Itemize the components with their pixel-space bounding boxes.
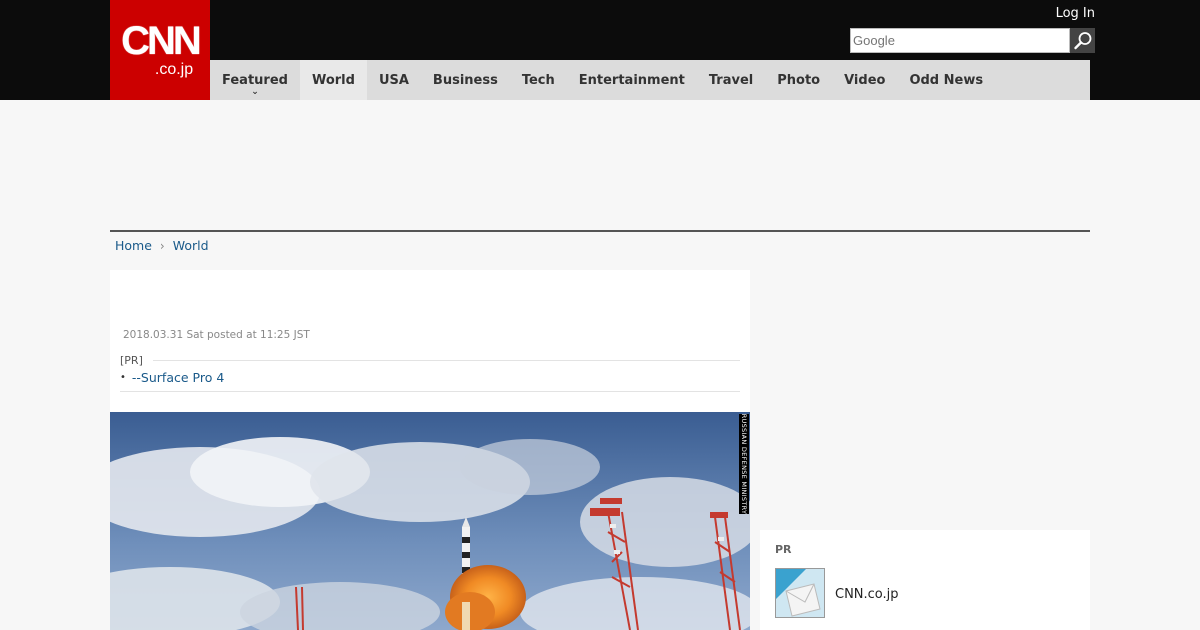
logo-sub-text: .co.jp: [154, 61, 194, 78]
pr-label: [PR]: [120, 354, 143, 367]
chevron-right-icon: ›: [159, 238, 165, 253]
tablet-mail-icon: [776, 569, 824, 617]
nav-item-travel[interactable]: Travel: [697, 60, 765, 100]
nav-item-label: Travel: [708, 72, 754, 88]
breadcrumb-home[interactable]: Home: [115, 238, 152, 253]
nav-item-label: Odd News: [909, 72, 984, 88]
breadcrumb-world[interactable]: World: [173, 238, 209, 253]
chevron-down-icon: ⌄: [251, 87, 259, 97]
bullet-icon: •: [120, 372, 126, 383]
pr-link[interactable]: --Surface Pro 4: [132, 370, 224, 385]
nav-item-label: Business: [432, 72, 498, 88]
nav-item-label: Video: [844, 72, 886, 88]
section-divider: [110, 230, 1090, 232]
sidebar-item-label[interactable]: CNN.co.jp: [835, 587, 899, 602]
nav-item-label: Entertainment: [578, 72, 685, 88]
nav-item-label: Featured: [222, 72, 288, 88]
cnn-logo[interactable]: CNN .co.jp: [110, 0, 210, 100]
sidebar-pr: PR CNN.co.jp: [760, 530, 1090, 630]
main-nav: Featured ⌄ World USA Business Tech Enter…: [210, 60, 1090, 100]
nav-item-odd-news[interactable]: Odd News: [897, 60, 995, 100]
logo-main-text: CNN: [121, 19, 202, 63]
missile-launch-image: [110, 412, 750, 630]
login-link[interactable]: Log In: [1056, 6, 1095, 21]
article-card: 2018.03.31 Sat posted at 11:25 JST [PR] …: [110, 270, 750, 412]
nav-item-label: Tech: [521, 72, 555, 88]
photo-credit: RUSSIAN DEFENSE MINISTRY: [739, 414, 749, 514]
nav-item-label: USA: [378, 72, 409, 88]
article-date: 2018.03.31 Sat posted at 11:25 JST: [123, 329, 310, 341]
nav-item-label: Photo: [777, 72, 821, 88]
nav-item-world[interactable]: World: [299, 60, 367, 100]
sidebar-thumbnail[interactable]: [775, 568, 825, 618]
nav-item-entertainment[interactable]: Entertainment: [567, 60, 697, 100]
photo-credit-text: RUSSIAN DEFENSE MINISTRY: [740, 413, 748, 515]
sidebar-pr-title: PR: [775, 543, 792, 556]
search-button[interactable]: [1070, 28, 1095, 53]
nav-item-featured[interactable]: Featured ⌄: [210, 60, 300, 100]
pr-box: [PR] • --Surface Pro 4: [120, 354, 740, 392]
nav-item-video[interactable]: Video: [832, 60, 897, 100]
nav-item-photo[interactable]: Photo: [765, 60, 832, 100]
pr-link-row: • --Surface Pro 4: [120, 370, 740, 392]
pr-label-row: [PR]: [120, 354, 740, 367]
search-icon: [1073, 31, 1091, 49]
search-input[interactable]: [850, 28, 1070, 53]
nav-item-tech[interactable]: Tech: [510, 60, 567, 100]
nav-item-business[interactable]: Business: [421, 60, 510, 100]
nav-item-usa[interactable]: USA: [367, 60, 421, 100]
breadcrumb: Home › World: [115, 238, 209, 253]
article-photo: RUSSIAN DEFENSE MINISTRY: [110, 412, 750, 630]
divider: [152, 360, 740, 361]
nav-item-label: World: [311, 72, 355, 88]
